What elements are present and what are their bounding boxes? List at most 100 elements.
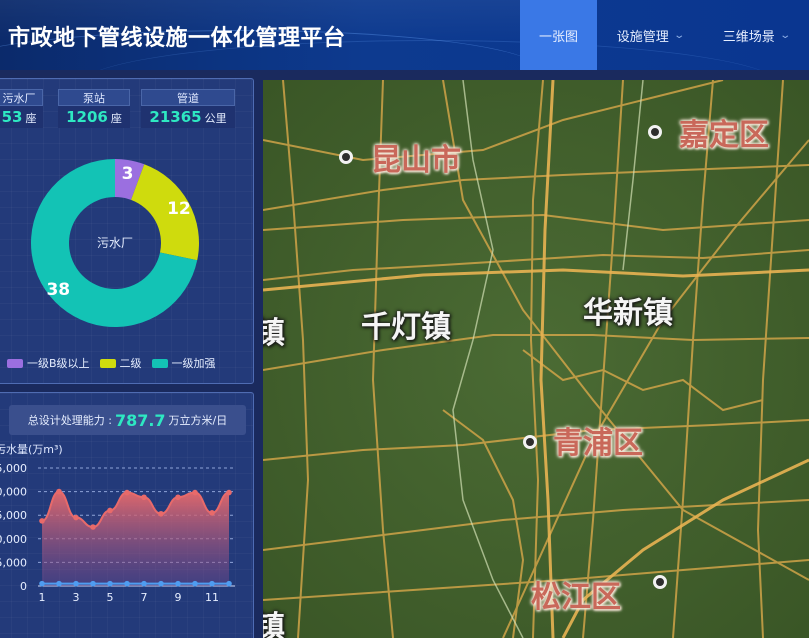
data-point[interactable] [56,580,62,587]
x-tick-label: 5 [107,591,114,604]
data-point[interactable] [226,489,232,496]
legend-item[interactable]: 二级 [99,355,142,371]
data-point[interactable] [175,580,181,587]
app-title: 市政地下管线设施一体化管理平台 [8,26,346,51]
capacity-value: 787.7 [114,410,166,430]
sewage-plant-donut-chart: 3 12 38 污水厂 [0,151,255,331]
stat-value-row: 21365 公里 [141,106,235,128]
data-point[interactable] [73,580,79,587]
donut-center-label: 污水厂 [97,236,133,250]
stat-label: 污水厂 [0,89,43,106]
stats-row: 污水厂 53 座 泵站 1206 座 管道 21365 公里 [0,89,255,129]
stat-value: 1206 [66,108,108,126]
stat-value: 21365 [149,108,202,126]
map-place-label: 青浦区 [553,426,643,461]
map-place-label: 昆山市 [371,143,461,178]
chevron-down-icon: ⌄ [673,29,685,41]
stat-unit: 座 [25,112,37,125]
data-point[interactable] [209,580,215,587]
stat-label: 管道 [141,89,235,106]
capacity-label: 总设计处理能力 : [27,414,112,427]
y-tick-label: 10,000 [0,533,27,546]
y-tick-label: 25,000 [0,462,27,475]
y-axis-label: 污水量(万m³) [0,443,63,456]
map-marker-icon[interactable] [523,435,537,449]
data-point[interactable] [226,580,232,587]
map-place-label: 镇 [263,316,285,351]
data-point[interactable] [141,494,147,501]
y-tick-label: 5,000 [0,556,27,569]
nav-item-label: 三维场景 [722,29,775,45]
data-point[interactable] [192,580,198,587]
stat-unit: 公里 [204,112,227,125]
stat-label: 泵站 [58,89,130,106]
stat-sewage-plant: 污水厂 53 座 [0,89,43,129]
data-point[interactable] [39,580,45,587]
top-nav: 一张图 设施管理 ⌄ 三维场景 ⌄ [520,0,809,70]
map-place-label: 嘉定区 [679,118,769,153]
capacity-summary: 总设计处理能力 : 787.7 万立方米/日 [9,405,246,435]
stat-unit: 座 [110,112,122,125]
data-point[interactable] [158,510,164,517]
map-place-label: 镇 [263,610,285,638]
chevron-down-icon: ⌄ [779,29,791,41]
map-marker-icon[interactable] [653,575,667,589]
legend-item[interactable]: 一级加强 [151,355,216,371]
y-tick-label: 0 [20,580,27,593]
donut-svg: 3 12 38 污水厂 [30,159,199,327]
app-header: 市政地下管线设施一体化管理平台 一张图 设施管理 ⌄ 三维场景 ⌄ [0,0,809,70]
data-point[interactable] [141,580,147,587]
data-point[interactable] [56,488,62,495]
legend-label: 一级加强 [171,357,216,370]
data-point[interactable] [107,507,113,514]
map-place-label: 千灯镇 [361,310,451,345]
x-tick-label: 9 [175,591,182,604]
data-point[interactable] [73,514,79,521]
nav-item-label: 设施管理 [616,29,669,45]
data-point[interactable] [158,580,164,587]
legend-swatch [7,358,23,368]
data-point[interactable] [90,580,96,587]
data-point[interactable] [175,494,181,501]
sewage-volume-panel: 总设计处理能力 : 787.7 万立方米/日 污水量(万m³) 25,000 20,… [0,392,254,638]
nav-item-facility-management[interactable]: 设施管理 ⌄ [597,0,703,70]
donut-slice-value: 12 [167,199,191,219]
map-place-label: 华新镇 [583,296,673,331]
facility-stats-panel: 污水厂 53 座 泵站 1206 座 管道 21365 公里 3 12 38 污水厂 一级B… [0,78,254,384]
map-marker-icon[interactable] [339,150,353,164]
stat-pump-station: 泵站 1206 座 [58,89,130,129]
data-point[interactable] [124,580,130,587]
nav-item-label: 一张图 [538,29,578,45]
legend-item[interactable]: 一级B级以上 [7,355,90,371]
legend-label: 二级 [119,357,142,370]
series-area [42,491,229,586]
data-point[interactable] [124,489,130,496]
stat-value: 53 [1,108,23,126]
stat-value-row: 1206 座 [58,106,130,128]
nav-item-3d-scene[interactable]: 三维场景 ⌄ [703,0,809,70]
data-point[interactable] [107,580,113,587]
data-point[interactable] [192,489,198,496]
stat-value-row: 53 座 [0,106,43,128]
donut-legend: 一级B级以上 二级 一级加强 [7,355,216,371]
x-tick-label: 3 [73,591,80,604]
sewage-volume-chart: 污水量(万m³) 25,000 20,000 15,000 10,000 5,000 01 3… [0,441,255,638]
map-marker-icon[interactable] [648,125,662,139]
y-tick-label: 15,000 [0,509,27,522]
data-point[interactable] [209,510,215,516]
legend-swatch [99,358,116,368]
capacity-unit: 万立方米/日 [168,414,228,427]
x-tick-label: 7 [141,591,148,604]
donut-slice-value: 38 [46,280,70,300]
legend-swatch [151,358,168,368]
map-place-label: 松江区 [531,580,621,615]
x-tick-label: 11 [205,591,219,604]
legend-label: 一级B级以上 [27,357,90,370]
x-tick-label: 1 [39,591,46,604]
stat-pipeline: 管道 21365 公里 [141,89,235,129]
data-point[interactable] [39,518,45,524]
data-point[interactable] [90,524,96,530]
map-view[interactable]: 昆山市 嘉定区 千灯镇 华新镇 青浦区 松江区 镇 镇 [263,80,809,638]
nav-item-map[interactable]: 一张图 [520,0,597,70]
y-tick-label: 20,000 [0,486,27,499]
